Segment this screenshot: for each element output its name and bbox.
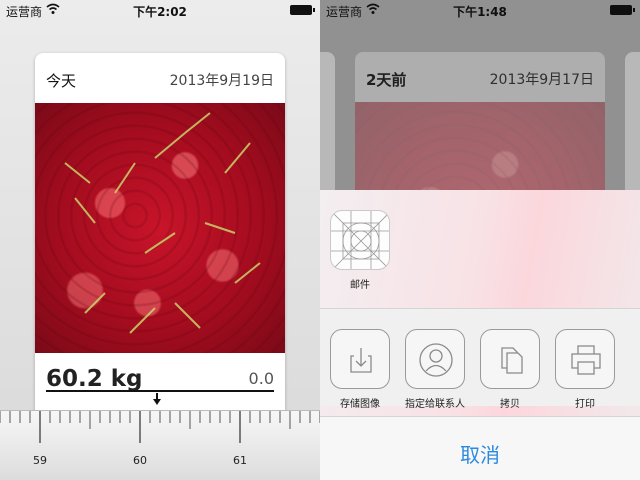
share-sheet-screen: 运营商 下午1:48 2天前 2013年9月17日 邮件 存储图像 指定给联系人… <box>320 0 640 480</box>
cherries-photo[interactable] <box>35 103 285 353</box>
weight-delta: 0.0 <box>248 369 274 388</box>
ruler-label-59: 59 <box>33 454 47 467</box>
mail-app-label: 邮件 <box>350 280 370 291</box>
scale-baseline <box>46 390 274 392</box>
status-bar: 运营商 下午2:02 <box>0 0 320 20</box>
save-image-button[interactable]: 存储图像 <box>329 329 391 410</box>
weight-value: 60.2 kg <box>46 366 143 392</box>
weight-detail-screen: 运营商 下午2:02 今天 2013年9月19日 60.2 kg 0.0 59 … <box>0 0 320 480</box>
copy-tile <box>480 329 540 389</box>
print-label: 打印 <box>575 399 595 410</box>
mail-app-icon[interactable] <box>330 210 390 270</box>
print-button[interactable]: 打印 <box>554 329 616 410</box>
save-image-icon <box>350 348 372 373</box>
copy-icon <box>501 347 523 374</box>
weight-row: 60.2 kg 0.0 <box>35 358 285 398</box>
date-label: 2013年9月19日 <box>169 73 274 89</box>
ruler-label-61: 61 <box>233 454 247 467</box>
save-image-label: 存储图像 <box>340 399 380 410</box>
dim-overlay <box>320 0 640 200</box>
print-tile <box>555 329 615 389</box>
weight-ruler-slider[interactable]: 59 60 61 <box>0 410 320 480</box>
print-icon <box>571 345 601 375</box>
copy-button[interactable]: 拷贝 <box>479 329 541 410</box>
assign-contact-label: 指定给联系人 <box>405 399 465 410</box>
battery-icon <box>290 5 315 15</box>
cherry-stems <box>64 112 261 334</box>
scale-pointer-arrow-icon <box>153 399 161 405</box>
share-actions-row: 存储图像 指定给联系人 拷贝 打印 <box>320 308 640 410</box>
cancel-label: 取消 <box>460 443 500 467</box>
save-image-tile <box>330 329 390 389</box>
status-time: 下午2:02 <box>133 5 187 19</box>
assign-contact-tile <box>405 329 465 389</box>
ruler-label-60: 60 <box>133 454 147 467</box>
share-sheet: 邮件 存储图像 指定给联系人 拷贝 打印 取消 <box>320 190 640 480</box>
assign-to-contact-button[interactable]: 指定给联系人 <box>404 329 466 410</box>
ruler-ticks <box>0 411 320 443</box>
card-header: 今天 2013年9月19日 <box>35 53 285 103</box>
cancel-button[interactable]: 取消 <box>320 416 640 480</box>
weight-entry-card[interactable]: 今天 2013年9月19日 60.2 kg 0.0 <box>35 53 285 433</box>
copy-label: 拷贝 <box>500 399 520 410</box>
assign-contact-icon <box>419 343 453 377</box>
day-label: 今天 <box>46 72 77 90</box>
